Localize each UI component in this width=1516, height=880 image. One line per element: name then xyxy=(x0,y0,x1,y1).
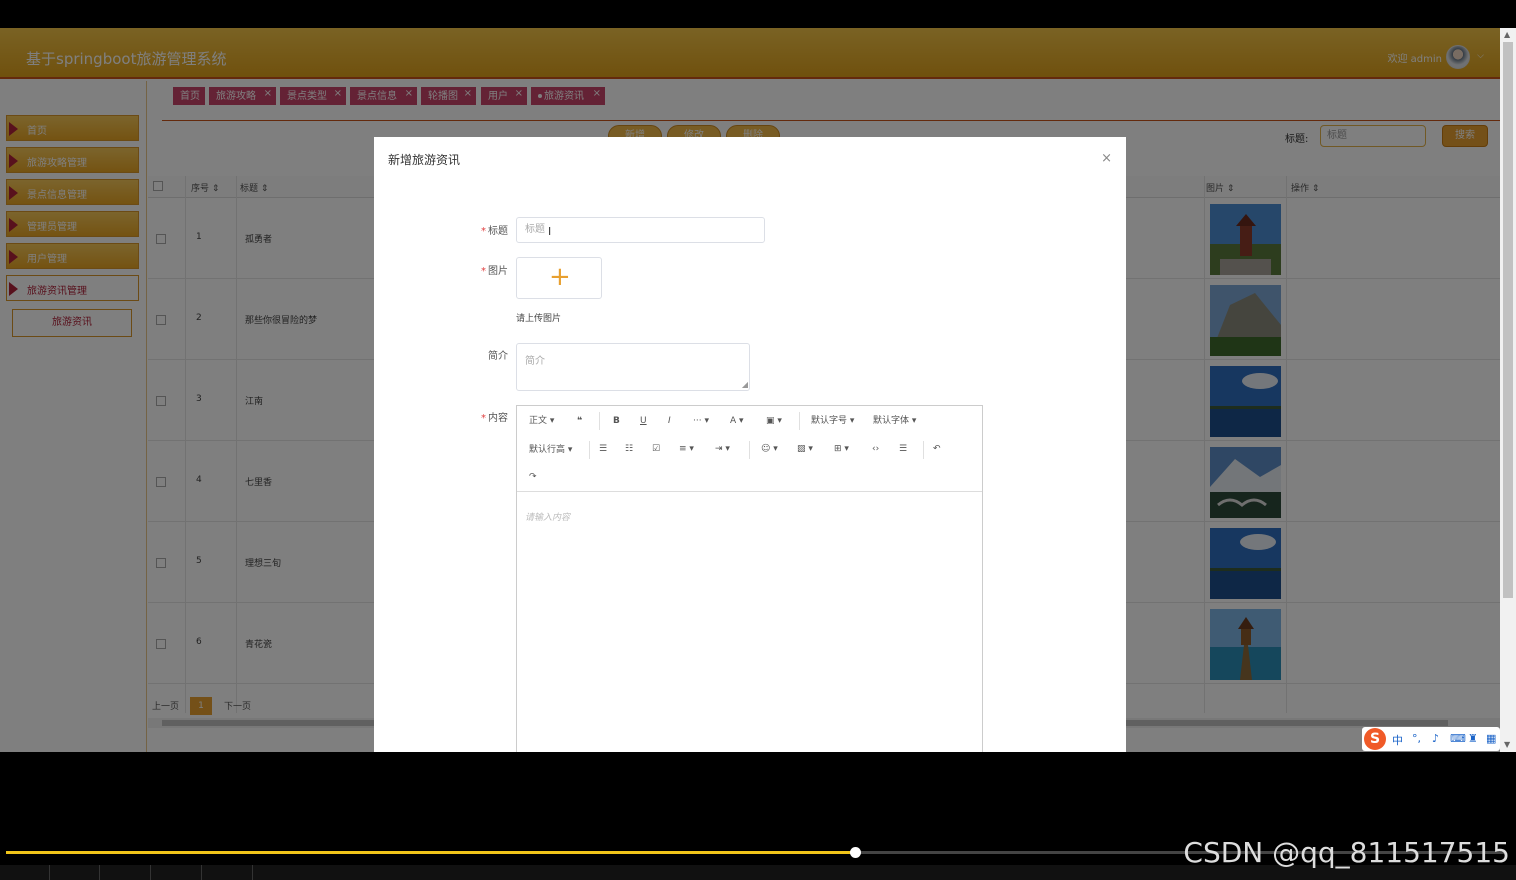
line-height-dropdown[interactable]: 默认行高 ▾ xyxy=(529,444,572,456)
keyboard-icon[interactable]: ⌨ xyxy=(1450,732,1466,745)
more-icon[interactable]: ··· ▾ xyxy=(693,415,709,427)
close-icon[interactable]: × xyxy=(1101,151,1112,166)
todo-list-icon[interactable]: ☑ xyxy=(652,443,660,455)
font-size-dropdown[interactable]: 默认字号 ▾ xyxy=(811,415,854,427)
add-news-dialog: 新增旅游资讯 × * 标题 标题 I * 图片 + 请上传图片 简介 简介 ◢ * 内容… xyxy=(374,137,1126,752)
vertical-scrollbar[interactable]: ▲ ▼ xyxy=(1500,28,1516,752)
image-icon[interactable]: ▨ ▾ xyxy=(797,443,813,455)
bold-icon[interactable]: B xyxy=(613,415,620,427)
sogou-logo-icon[interactable]: S xyxy=(1364,728,1386,750)
scroll-up-icon[interactable]: ▲ xyxy=(1504,30,1510,40)
progress-knob[interactable] xyxy=(850,847,861,858)
upload-tip: 请上传图片 xyxy=(516,314,562,324)
italic-icon[interactable]: I xyxy=(668,415,671,427)
align-icon[interactable]: ≡ ▾ xyxy=(679,443,694,455)
intro-field-label: 简介 xyxy=(488,351,508,362)
title-field-label: * 标题 xyxy=(481,226,508,237)
text-cursor-icon: I xyxy=(548,225,552,238)
numbered-list-icon[interactable]: ☷ xyxy=(625,443,633,455)
toolbar-separator xyxy=(599,412,600,430)
resize-grip-icon[interactable]: ◢ xyxy=(742,380,748,389)
control-cell[interactable] xyxy=(152,865,202,880)
toolbar-separator xyxy=(799,412,800,430)
control-cell[interactable] xyxy=(0,865,50,880)
title-input[interactable]: 标题 xyxy=(516,217,765,243)
emoji-icon[interactable]: ☺ ▾ xyxy=(761,443,778,455)
toolbar-separator xyxy=(923,441,924,459)
control-cell[interactable] xyxy=(203,865,253,880)
video-player-bar: CSDN @qq_811517515 xyxy=(0,752,1516,880)
bullet-list-icon[interactable]: ☰ xyxy=(599,443,607,455)
app-viewport: 基于springboot旅游管理系统 欢迎 admin ⌵ 首页 旅游攻略管理 … xyxy=(0,28,1500,752)
grid-icon[interactable]: ▦ xyxy=(1486,732,1496,745)
editor-toolbar: 正文 ▾ ❝ B U I ··· ▾ A ▾ ▣ ▾ 默认字号 ▾ 默认字体 ▾… xyxy=(517,406,982,492)
toolbar-separator xyxy=(589,441,590,459)
control-cell[interactable] xyxy=(101,865,151,880)
dialog-title: 新增旅游资讯 xyxy=(388,153,461,167)
ime-lang[interactable]: 中 xyxy=(1392,732,1403,748)
table-icon[interactable]: ⊞ ▾ xyxy=(834,443,849,455)
scrollbar-thumb[interactable] xyxy=(1503,42,1513,598)
underline-icon[interactable]: U xyxy=(640,415,647,427)
scroll-down-icon[interactable]: ▼ xyxy=(1504,740,1510,750)
watermark: CSDN @qq_811517515 xyxy=(1183,836,1510,869)
ime-toolbar[interactable]: S 中 °, ♪ ⌨ ♜ ▦ xyxy=(1362,727,1500,751)
background-color-icon[interactable]: ▣ ▾ xyxy=(766,415,782,427)
code-icon[interactable]: ‹› xyxy=(872,443,879,455)
image-upload[interactable]: + xyxy=(516,257,602,299)
editor-placeholder: 请输入内容 xyxy=(525,513,571,523)
progress-fill xyxy=(6,851,855,854)
punctuation-icon[interactable]: °, xyxy=(1412,732,1421,745)
plus-icon: + xyxy=(549,262,571,292)
image-field-label: * 图片 xyxy=(481,266,508,277)
quote-icon[interactable]: ❝ xyxy=(577,415,582,427)
microphone-icon[interactable]: ♪ xyxy=(1432,732,1439,745)
divider-icon[interactable]: ☰ xyxy=(899,443,907,455)
redo-icon[interactable]: ↷ xyxy=(529,471,537,483)
rich-text-editor[interactable]: 正文 ▾ ❝ B U I ··· ▾ A ▾ ▣ ▾ 默认字号 ▾ 默认字体 ▾… xyxy=(516,405,983,752)
toolbar-separator xyxy=(749,441,750,459)
skin-icon[interactable]: ♜ xyxy=(1468,732,1478,745)
font-family-dropdown[interactable]: 默认字体 ▾ xyxy=(873,415,916,427)
font-color-icon[interactable]: A ▾ xyxy=(730,415,744,427)
undo-icon[interactable]: ↶ xyxy=(933,443,941,455)
paragraph-dropdown[interactable]: 正文 ▾ xyxy=(529,415,554,427)
content-field-label: * 内容 xyxy=(481,413,508,424)
control-cell[interactable] xyxy=(50,865,100,880)
indent-icon[interactable]: ⇥ ▾ xyxy=(715,443,730,455)
intro-textarea[interactable]: 简介 ◢ xyxy=(516,343,750,391)
